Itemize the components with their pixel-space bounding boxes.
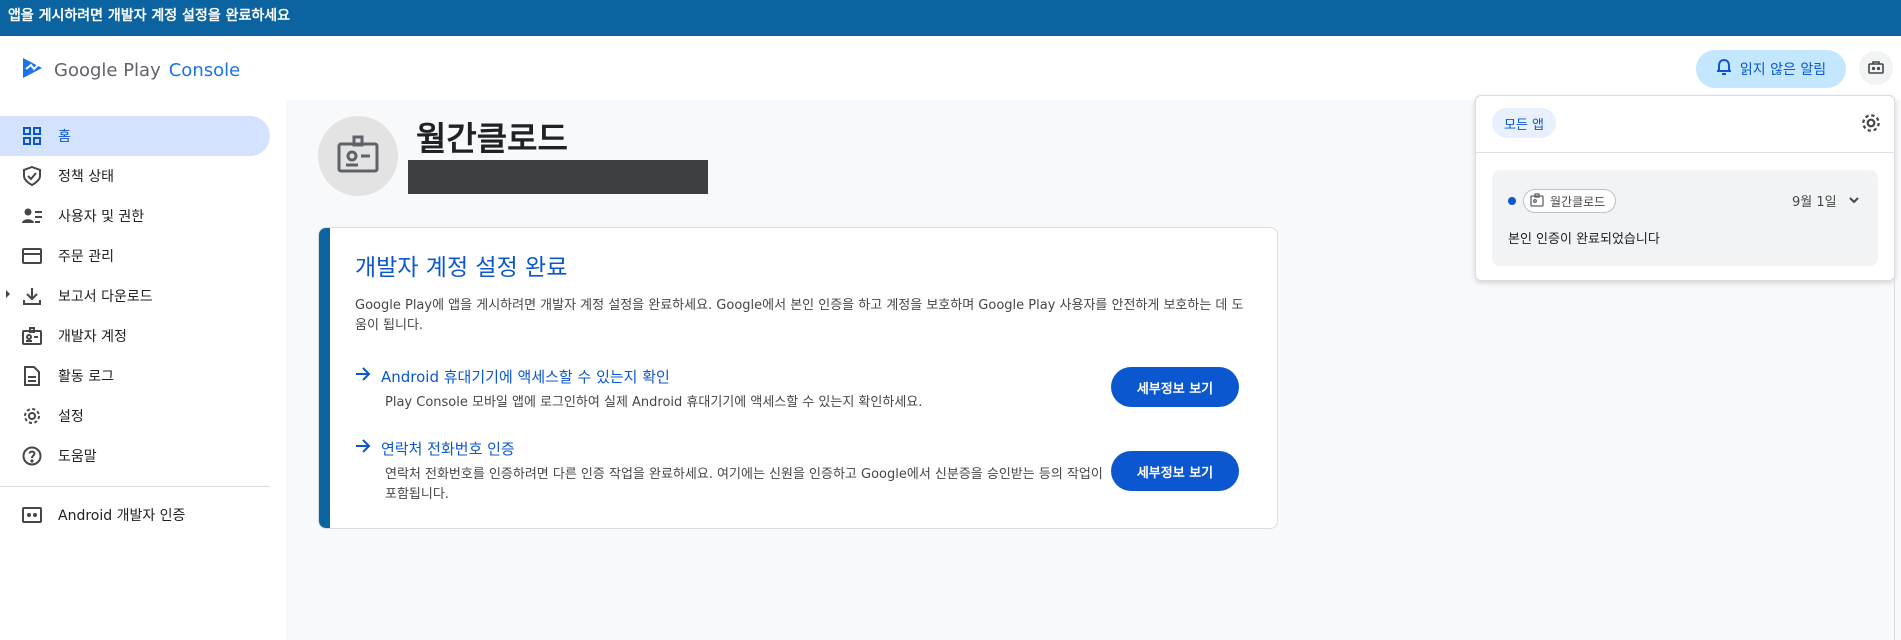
logo-text-google-play: Google Play [54,59,161,81]
chevron-down-icon[interactable] [1848,191,1860,210]
users-icon [20,204,44,228]
notification-item[interactable]: 월간클로드 9월 1일 본인 인증이 완료되었습니다 [1492,170,1878,266]
android-icon [20,503,44,527]
sidebar-item-users-permissions[interactable]: 사용자 및 권한 [0,196,286,236]
gear-icon [20,404,44,428]
sidebar-item-android-developer-verification[interactable]: Android 개발자 인증 [0,495,286,535]
caret-right-icon[interactable] [4,288,12,304]
card-description: Google Play에 앱을 게시하려면 개발자 계정 설정을 완료하세요. … [355,298,1244,333]
scrollbar[interactable] [1894,102,1901,640]
account-button[interactable] [1859,51,1893,85]
sidebar-item-developer-account[interactable]: 개발자 계정 [0,316,286,356]
developer-setup-card: 개발자 계정 설정 완료 Google Play에 앱을 게시하려면 개발자 계… [318,227,1278,529]
arrow-right-icon [355,367,371,385]
credit-card-icon [20,244,44,268]
top-bar: 읽지 않은 알림 [286,36,1901,100]
sidebar-item-label: 설정 [58,409,84,425]
unread-dot-icon [1508,197,1516,205]
sidebar-item-order-management[interactable]: 주문 관리 [0,236,286,276]
google-play-console-logo[interactable]: Google Play Console [20,54,240,86]
task-description: Play Console 모바일 앱에 로그인하여 실제 Android 휴대기… [385,395,923,410]
app-icon [1530,192,1544,210]
document-icon [20,364,44,388]
shield-check-icon [20,164,44,188]
notification-app-name: 월간클로드 [1550,194,1606,209]
task-title: Android 휴대기기에 액세스할 수 있는지 확인 [381,367,670,386]
sidebar-item-label: 사용자 및 권한 [58,209,145,225]
sidebar-item-label: 정책 상태 [58,169,114,185]
sidebar-item-label: 홈 [58,129,71,145]
notification-date: 9월 1일 [1792,195,1837,210]
sidebar-item-label: 활동 로그 [58,369,114,385]
badge-icon [20,324,44,348]
redacted-area [408,160,708,194]
sidebar-item-help[interactable]: 도움말 [0,436,286,476]
sidebar-item-label: 보고서 다운로드 [58,289,153,305]
android-icon [1868,59,1884,78]
app-name: 월간클로드 [416,119,568,158]
task-description: 연락처 전화번호를 인증하려면 다른 인증 작업을 완료하세요. 여기에는 신원… [385,467,1103,502]
help-icon [20,444,44,468]
arrow-right-icon [355,439,371,457]
sidebar-nav: 홈 정책 상태 사용자 및 권한 주문 관리 보고서 다운로드 개발자 계정 활… [0,116,286,535]
card-title: 개발자 계정 설정 완료 [355,255,568,281]
sidebar-item-activity-log[interactable]: 활동 로그 [0,356,286,396]
notification-settings-gear-icon[interactable] [1860,112,1882,138]
view-details-button[interactable]: 세부정보 보기 [1111,367,1239,407]
sidebar: Google Play Console 홈 정책 상태 사용자 및 권한 주문 … [0,36,286,640]
dashboard-icon [20,124,44,148]
sidebar-item-home[interactable]: 홈 [0,116,270,156]
unread-alerts-label: 읽지 않은 알림 [1739,62,1827,78]
logo-text-console: Console [168,59,241,81]
sidebar-item-label: 도움말 [58,449,97,465]
task-title: 연락처 전화번호 인증 [381,439,515,458]
sidebar-item-label: Android 개발자 인증 [58,508,186,524]
badge-icon [337,135,379,177]
download-icon [20,284,44,308]
app-avatar [318,116,398,196]
bell-icon [1716,58,1732,80]
notification-app-chip: 월간클로드 [1523,189,1617,213]
all-apps-filter-chip[interactable]: 모든 앱 [1492,108,1557,138]
view-details-button[interactable]: 세부정보 보기 [1111,451,1239,491]
card-accent-bar [319,228,330,528]
play-console-logo-icon [20,55,46,86]
sidebar-divider [0,486,270,487]
notification-message: 본인 인증이 완료되었습니다 [1508,232,1660,247]
sidebar-item-settings[interactable]: 설정 [0,396,286,436]
setup-banner: 앱을 게시하려면 개발자 계정 설정을 완료하세요 [0,0,1901,36]
panel-divider [1476,152,1894,153]
sidebar-item-label: 개발자 계정 [58,329,127,345]
sidebar-item-label: 주문 관리 [58,249,114,265]
sidebar-item-report-download[interactable]: 보고서 다운로드 [0,276,286,316]
unread-alerts-button[interactable]: 읽지 않은 알림 [1696,50,1846,88]
notifications-panel: 모든 앱 월간클로드 9월 1일 본인 인증이 완료되었습니다 [1475,95,1895,281]
sidebar-item-policy-status[interactable]: 정책 상태 [0,156,286,196]
